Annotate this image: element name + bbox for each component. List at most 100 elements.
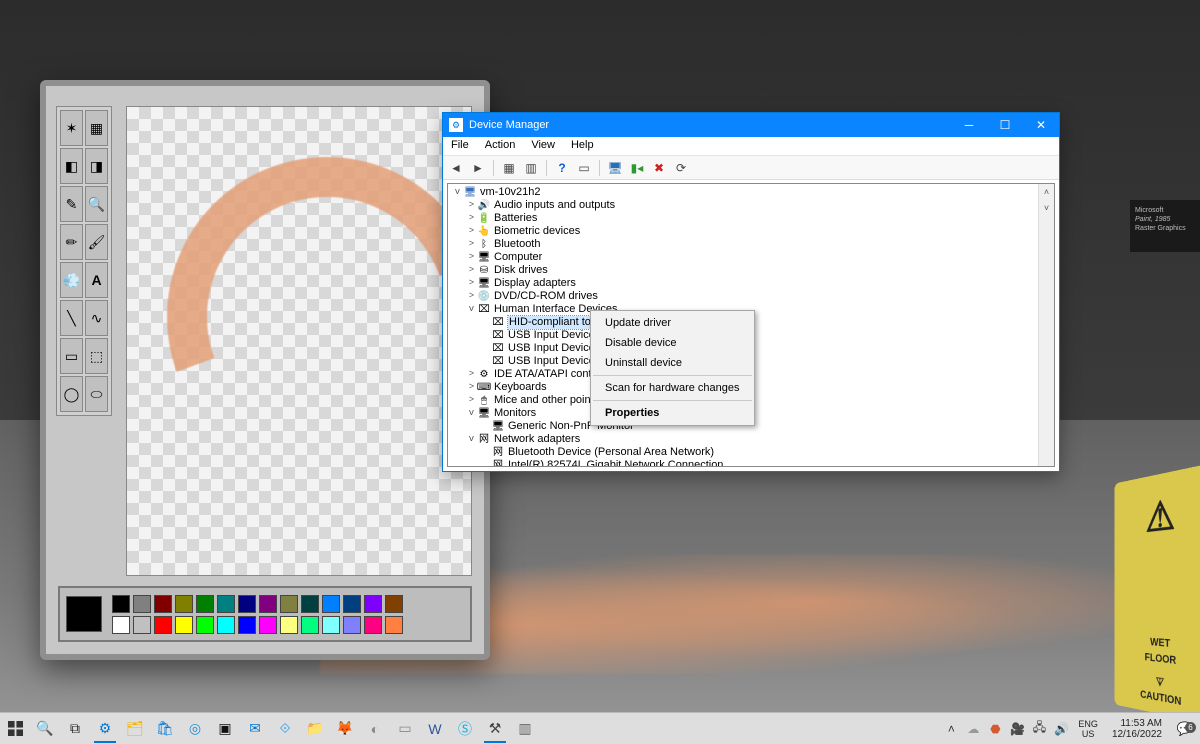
tree-item-label: DVD/CD-ROM drives: [494, 290, 598, 303]
taskbar-app-settings[interactable]: ⚙: [90, 713, 120, 744]
context-menu-item[interactable]: Update driver: [591, 313, 754, 333]
taskbar-app-edge[interactable]: ◎: [180, 713, 210, 744]
tree-twisty-icon[interactable]: >: [466, 368, 477, 381]
scroll-down-icon[interactable]: ˅: [1039, 200, 1054, 216]
tree-twisty-icon[interactable]: v: [466, 407, 477, 420]
tree-twisty-icon[interactable]: >: [466, 290, 477, 303]
tree-twisty-icon[interactable]: >: [466, 264, 477, 277]
taskbar: 🔍 ⧉ ⚙ 🗂 🛍 ◎ ▣ ✉ ⟐ 📁 🦊 ◐ ▭ W Ⓢ ⚒ ▥ ˄ ☁ ⬣ …: [0, 712, 1200, 744]
menu-action[interactable]: Action: [477, 137, 524, 155]
titlebar[interactable]: ⚙ Device Manager ─ ☐ ✕: [443, 113, 1059, 137]
maximize-button[interactable]: ☐: [987, 113, 1023, 137]
palette-swatch: [301, 595, 319, 613]
palette-swatch: [112, 595, 130, 613]
start-button[interactable]: [0, 713, 30, 744]
taskbar-app-file-explorer[interactable]: 🗂: [120, 713, 150, 744]
tray-security-icon[interactable]: ⬣: [984, 722, 1006, 736]
show-hidden-button[interactable]: ▦: [500, 159, 518, 177]
action-center-button[interactable]: 💬 6: [1170, 721, 1200, 737]
tree-root[interactable]: v🖥vm-10v21h2: [452, 186, 1054, 199]
tray-network-icon[interactable]: 🖧: [1028, 718, 1050, 739]
back-button[interactable]: ◄: [447, 159, 465, 177]
tree-twisty-icon[interactable]: >: [466, 277, 477, 290]
taskbar-app-generic3[interactable]: ▥: [510, 713, 540, 744]
tree-item[interactable]: >👆Biometric devices: [452, 225, 1054, 238]
tree-item-label: Bluetooth: [494, 238, 540, 251]
tree-twisty-icon[interactable]: >: [466, 251, 477, 264]
context-menu-item[interactable]: Properties: [591, 403, 754, 423]
enable-device-button[interactable]: ▮◂: [628, 159, 646, 177]
taskbar-app-generic2[interactable]: ▭: [390, 713, 420, 744]
tree-twisty-icon[interactable]: >: [466, 225, 477, 238]
taskbar-app-device-manager[interactable]: ⚒: [480, 713, 510, 744]
taskbar-app-store[interactable]: 🛍: [150, 713, 180, 744]
palette-swatch: [364, 595, 382, 613]
tree-item-label: Keyboards: [494, 381, 547, 394]
network-adapter-icon: ⽹: [491, 447, 505, 459]
taskbar-app-word[interactable]: W: [420, 713, 450, 744]
search-button[interactable]: 🔍: [30, 713, 60, 744]
tree-item[interactable]: v⽹Network adapters: [452, 433, 1054, 446]
palette-swatch: [364, 616, 382, 634]
tree-item[interactable]: >⽹Intel(R) 82574L Gigabit Network Connec…: [452, 459, 1054, 467]
tray-onedrive-icon[interactable]: ☁: [962, 722, 984, 736]
update-driver-button[interactable]: 🖥: [606, 159, 624, 177]
tree-item[interactable]: >🔊Audio inputs and outputs: [452, 199, 1054, 212]
tree-twisty-icon[interactable]: >: [466, 238, 477, 251]
taskbar-app-skype[interactable]: Ⓢ: [450, 713, 480, 744]
tree-item[interactable]: >ᛒBluetooth: [452, 238, 1054, 251]
taskbar-app-explorer[interactable]: 📁: [300, 713, 330, 744]
minimize-button[interactable]: ─: [951, 113, 987, 137]
tree-twisty-icon[interactable]: >: [466, 212, 477, 225]
network-adapter-icon: ⽹: [491, 460, 505, 468]
tree-item[interactable]: >💿DVD/CD-ROM drives: [452, 290, 1054, 303]
tree-twisty-icon[interactable]: v: [452, 186, 463, 199]
tree-item[interactable]: >⽹Bluetooth Device (Personal Area Networ…: [452, 446, 1054, 459]
properties-button[interactable]: ▥: [522, 159, 540, 177]
tree-twisty-icon[interactable]: >: [466, 394, 477, 407]
forward-button[interactable]: ►: [469, 159, 487, 177]
close-button[interactable]: ✕: [1023, 113, 1059, 137]
tree-twisty-icon[interactable]: v: [466, 433, 477, 446]
taskbar-app-firefox[interactable]: 🦊: [330, 713, 360, 744]
context-menu-item[interactable]: Disable device: [591, 333, 754, 353]
app-icon: ⚙: [449, 118, 463, 132]
taskbar-app-mail[interactable]: ✉: [240, 713, 270, 744]
tree-twisty-icon[interactable]: >: [466, 381, 477, 394]
palette-swatch: [322, 595, 340, 613]
tree-item-label: Audio inputs and outputs: [494, 199, 615, 212]
tray-meet-now-icon[interactable]: 🎥: [1006, 722, 1028, 736]
scroll-up-icon[interactable]: ˄: [1039, 184, 1054, 200]
task-view-button[interactable]: ⧉: [60, 713, 90, 744]
scan-hardware-button[interactable]: ⟳: [672, 159, 690, 177]
taskbar-app-vscode[interactable]: ⟐: [270, 713, 300, 744]
tree-item[interactable]: >🖥Computer: [452, 251, 1054, 264]
help-button[interactable]: ?: [553, 159, 571, 177]
context-menu-item[interactable]: Scan for hardware changes: [591, 378, 754, 398]
palette-swatch: [259, 595, 277, 613]
taskbar-app-terminal[interactable]: ▣: [210, 713, 240, 744]
tree-item[interactable]: >⛁Disk drives: [452, 264, 1054, 277]
palette-swatch: [280, 616, 298, 634]
tree-twisty-icon[interactable]: v: [466, 303, 477, 316]
menu-help[interactable]: Help: [563, 137, 602, 155]
tray-volume-icon[interactable]: 🔊: [1050, 722, 1072, 736]
menu-file[interactable]: File: [443, 137, 477, 155]
scan-button[interactable]: ▭: [575, 159, 593, 177]
scrollbar[interactable]: ˄ ˅: [1038, 184, 1054, 466]
tree-twisty-icon[interactable]: >: [466, 199, 477, 212]
tree-item[interactable]: >🖥Display adapters: [452, 277, 1054, 290]
caution-wet-floor-sign: WET FLOOR ⚠ CAUTION: [1115, 463, 1200, 726]
taskbar-app-generic1[interactable]: ◐: [360, 713, 390, 744]
uninstall-device-button[interactable]: ✖: [650, 159, 668, 177]
tray-overflow-icon[interactable]: ˄: [940, 722, 962, 736]
monitor-icon: 🖥: [491, 421, 505, 433]
context-menu-item[interactable]: Uninstall device: [591, 353, 754, 373]
language-indicator[interactable]: ENG US: [1072, 719, 1104, 739]
clock[interactable]: 11:53 AM 12/16/2022: [1104, 718, 1170, 740]
tree-item[interactable]: >🔋Batteries: [452, 212, 1054, 225]
context-menu-separator: [593, 400, 752, 401]
menu-view[interactable]: View: [523, 137, 563, 155]
palette-swatch: [196, 616, 214, 634]
toolbar: ◄ ► ▦ ▥ ? ▭ 🖥 ▮◂ ✖ ⟳: [443, 156, 1059, 180]
